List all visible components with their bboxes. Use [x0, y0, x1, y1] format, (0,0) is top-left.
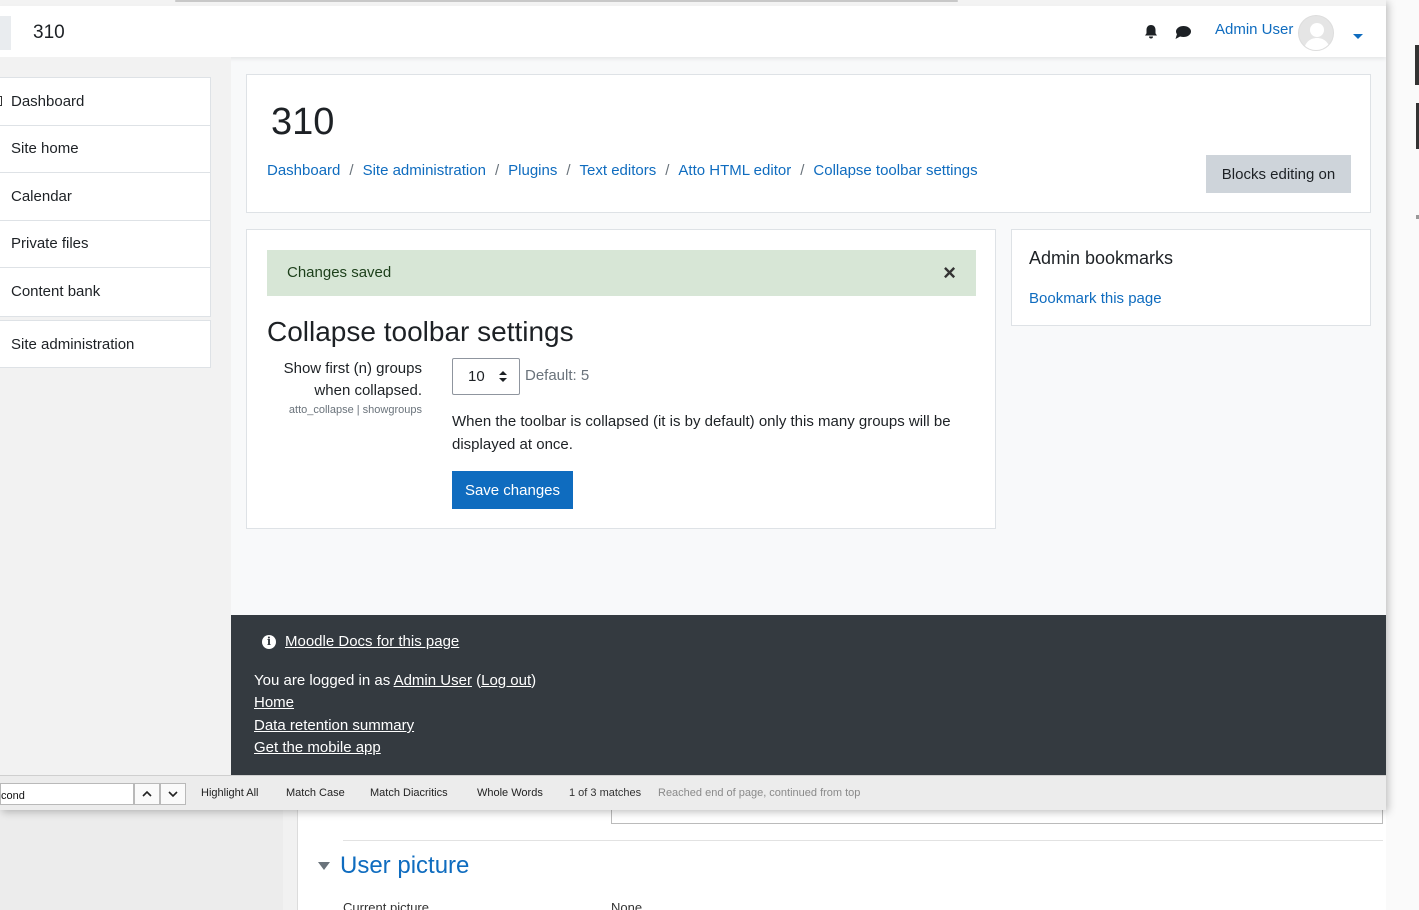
breadcrumb-separator: /: [494, 162, 500, 179]
save-changes-button[interactable]: Save changes: [452, 471, 573, 509]
find-previous-button[interactable]: [134, 783, 160, 805]
find-input[interactable]: [0, 783, 134, 805]
current-picture-value: None: [611, 900, 643, 910]
user-silhouette-icon: [1304, 23, 1330, 50]
breadcrumb-separator: /: [800, 162, 805, 179]
main-region: Changes saved × Collapse toolbar setting…: [246, 229, 996, 529]
drawer-toggle-button[interactable]: [0, 16, 11, 50]
breadcrumb-separator: /: [665, 162, 670, 179]
nav-item-label: Content bank: [11, 283, 101, 301]
nav-drawer: Dashboard Site home Calendar Private fil…: [0, 57, 231, 775]
chat-icon[interactable]: [1174, 23, 1192, 41]
browser-window: 310 Admin User Dashboard Site home Calen…: [0, 0, 1386, 810]
background-divider: [343, 840, 1383, 841]
find-next-button[interactable]: [160, 783, 186, 805]
breadcrumb-dashboard[interactable]: Dashboard: [267, 162, 340, 179]
desktop-edge: [1386, 0, 1419, 910]
profile-link[interactable]: Admin User: [394, 672, 472, 689]
admin-bookmarks-block: Admin bookmarks Bookmark this page: [1011, 229, 1371, 326]
nav-item-site-home[interactable]: Site home: [0, 126, 210, 173]
nav-item-label: Private files: [11, 235, 89, 253]
blocks-editing-button[interactable]: Blocks editing on: [1206, 155, 1351, 193]
setting-description: When the toolbar is collapsed (it is by …: [452, 413, 951, 453]
setting-label-line: when collapsed.: [314, 382, 422, 399]
whole-words-toggle[interactable]: Whole Words: [477, 787, 543, 799]
mobile-app-link[interactable]: Get the mobile app: [254, 739, 381, 756]
select-arrows-icon: [499, 371, 507, 383]
footer-docs: i Moodle Docs for this page: [262, 633, 459, 650]
setting-identifier: atto_collapse | showgroups: [288, 404, 422, 416]
settings-heading: Collapse toolbar settings: [267, 316, 574, 347]
alert-message: Changes saved: [287, 264, 392, 281]
breadcrumb-plugins[interactable]: Plugins: [508, 162, 557, 179]
section-title: User picture: [340, 852, 470, 879]
chevron-down-icon[interactable]: [1353, 34, 1363, 39]
default-value: Default: 5: [525, 367, 590, 384]
highlight-all-toggle[interactable]: Highlight All: [201, 787, 258, 799]
nav-item-label: Dashboard: [11, 92, 85, 110]
match-count: 1 of 3 matches: [569, 787, 642, 799]
breadcrumb-collapse-toolbar-settings[interactable]: Collapse toolbar settings: [813, 162, 977, 179]
avatar[interactable]: [1298, 15, 1334, 51]
setting-label: Show first (n) groups when collapsed.: [267, 358, 422, 402]
data-retention-link[interactable]: Data retention summary: [254, 717, 414, 734]
breadcrumb: Dashboard / Site administration / Plugins /…: [267, 162, 978, 179]
moodle-docs-link[interactable]: Moodle Docs for this page: [285, 633, 459, 650]
nav-list: Dashboard Site home Calendar Private fil…: [0, 77, 211, 317]
showgroups-select[interactable]: 10: [452, 358, 520, 395]
match-diacritics-toggle[interactable]: Match Diacritics: [370, 787, 448, 799]
breadcrumb-site-administration[interactable]: Site administration: [363, 162, 486, 179]
login-info: You are logged in as Admin User (Log out…: [254, 672, 536, 689]
bell-icon[interactable]: [1142, 23, 1160, 41]
collapse-triangle-icon: [318, 862, 330, 870]
login-prefix: You are logged in as: [254, 672, 394, 689]
setting-label-line: Show first (n) groups: [283, 360, 422, 377]
edge-mark: [1415, 45, 1419, 85]
chevron-down-icon: [168, 791, 178, 798]
breadcrumb-separator: /: [349, 162, 354, 179]
nav-item-dashboard[interactable]: Dashboard: [0, 78, 210, 126]
page-header: 310 Dashboard / Site administration / Plug…: [246, 74, 1371, 213]
dashboard-icon: [0, 96, 2, 106]
user-menu-name[interactable]: Admin User: [1215, 21, 1293, 38]
nav-item-label: Calendar: [11, 187, 72, 205]
nav-item-calendar[interactable]: Calendar: [0, 173, 210, 221]
logout-link[interactable]: Log out: [481, 672, 531, 689]
select-value: 10: [468, 368, 485, 385]
breadcrumb-text-editors[interactable]: Text editors: [580, 162, 657, 179]
chevron-up-icon: [142, 790, 152, 797]
user-picture-section[interactable]: User picture: [318, 852, 469, 880]
page-footer: i Moodle Docs for this page You are logg…: [231, 615, 1386, 775]
paren-close: ): [531, 672, 537, 689]
breadcrumb-atto-html-editor[interactable]: Atto HTML editor: [678, 162, 791, 179]
nav-item-label: Site administration: [11, 335, 135, 353]
nav-item-content-bank[interactable]: Content bank: [0, 268, 210, 316]
block-title: Admin bookmarks: [1029, 248, 1174, 268]
close-icon[interactable]: ×: [943, 262, 956, 284]
current-picture-label: Current picture: [343, 900, 429, 910]
match-case-toggle[interactable]: Match Case: [286, 787, 345, 799]
page-title: 310: [271, 101, 335, 143]
admin-nav-list: Site administration: [0, 320, 211, 368]
find-status: Reached end of page, continued from top: [658, 787, 861, 799]
nav-item-private-files[interactable]: Private files: [0, 221, 210, 268]
paren-open: (: [471, 672, 482, 689]
footer-home-link[interactable]: Home: [254, 694, 294, 711]
bookmark-this-page-link[interactable]: Bookmark this page: [1029, 290, 1162, 307]
find-bar: Highlight All Match Case Match Diacritic…: [0, 775, 1386, 810]
nav-item-label: Site home: [11, 140, 79, 158]
navbar: 310 Admin User: [0, 6, 1386, 57]
info-icon: i: [262, 634, 276, 649]
breadcrumb-separator: /: [566, 162, 571, 179]
changes-saved-alert: Changes saved ×: [267, 250, 976, 296]
nav-item-site-administration[interactable]: Site administration: [0, 321, 210, 367]
site-name[interactable]: 310: [33, 22, 65, 44]
horizontal-scrollbar[interactable]: [175, 0, 958, 2]
